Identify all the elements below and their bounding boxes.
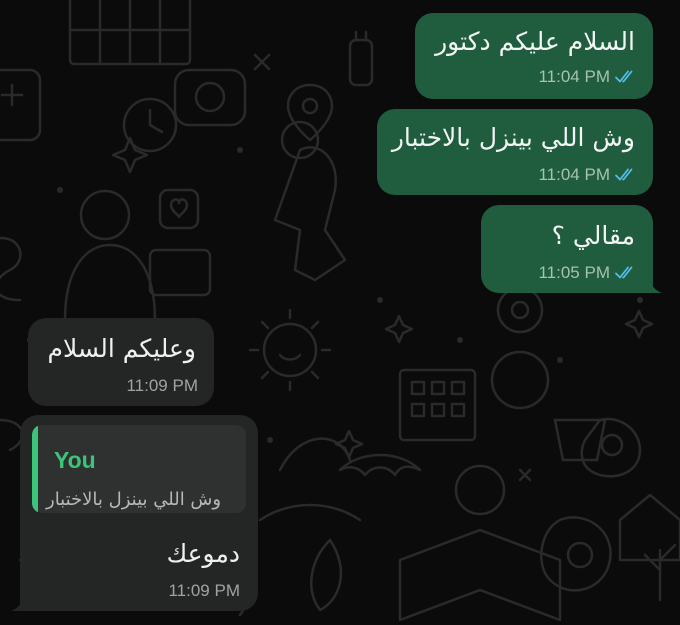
- bubble-tail: [640, 273, 662, 293]
- message-text: وعليكم السلام: [47, 334, 196, 363]
- message-text: وش اللي بينزل بالاختبار: [391, 123, 635, 152]
- outgoing-message[interactable]: وش اللي بينزل بالاختبار 11:04 PM: [377, 109, 653, 195]
- double-check-icon: [615, 266, 637, 280]
- double-check-icon: [615, 70, 637, 84]
- bubble-tail: [11, 591, 33, 611]
- message-time: 11:09 PM: [168, 581, 240, 600]
- quote-author: You: [54, 447, 96, 473]
- message-text: مقالي ؟: [551, 221, 635, 250]
- message-time: 11:05 PM: [538, 263, 610, 282]
- chat-background: السلام عليكم دكتور 11:04 PM وش اللي بينز…: [0, 0, 680, 625]
- message-text: السلام عليكم دكتور: [435, 27, 635, 56]
- message-time: 11:04 PM: [538, 67, 610, 86]
- outgoing-message[interactable]: السلام عليكم دكتور 11:04 PM: [415, 13, 653, 99]
- message-time: 11:04 PM: [538, 165, 610, 184]
- outgoing-message[interactable]: مقالي ؟ 11:05 PM: [481, 205, 662, 293]
- quote-accent-bar: [32, 425, 38, 513]
- message-text: دموعك: [166, 539, 240, 568]
- incoming-message[interactable]: You وش اللي بينزل بالاختبار دموعك 11:09 …: [11, 415, 258, 611]
- double-check-icon: [615, 168, 637, 182]
- incoming-message[interactable]: وعليكم السلام 11:09 PM: [28, 318, 214, 406]
- quoted-message[interactable]: You وش اللي بينزل بالاختبار: [32, 425, 246, 513]
- message-time: 11:09 PM: [126, 376, 198, 395]
- quote-text: وش اللي بينزل بالاختبار: [46, 489, 222, 510]
